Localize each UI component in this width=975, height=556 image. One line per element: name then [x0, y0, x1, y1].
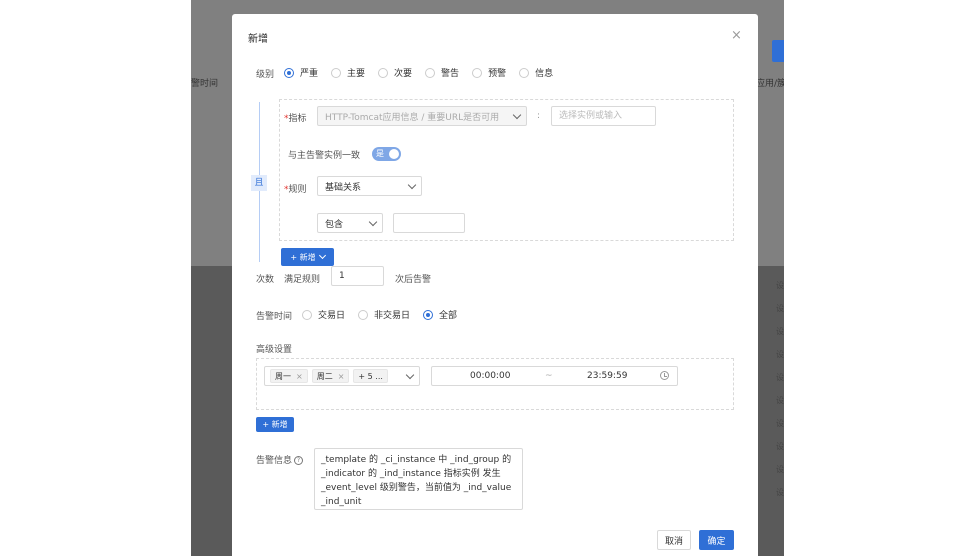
alarm-info-textarea[interactable]: _template 的 _ci_instance 中 _ind_group 的 …	[314, 448, 523, 510]
dialog-title: 新增	[248, 34, 268, 45]
weekday-tag: 周二 ×	[311, 369, 350, 383]
add-alarm-dialog: 新增 × 级别 严重 主要 次要 警告 预警 信息 且 *指标 HTTP-Tom…	[232, 14, 758, 556]
radio-checked-icon	[423, 309, 434, 320]
background-row: 设	[776, 442, 784, 451]
consistent-label: 与主告警实例一致	[288, 151, 361, 161]
radio-checked-icon	[284, 67, 294, 78]
operator-select[interactable]: 包含	[317, 213, 383, 233]
background-column-time: 警时间	[191, 79, 219, 89]
alarm-time-radio-group: 交易日 非交易日 全部	[302, 308, 470, 321]
remove-tag-icon[interactable]: ×	[296, 372, 303, 381]
chevron-down-icon	[405, 370, 415, 380]
rule-select[interactable]: 基础关系	[317, 176, 422, 196]
alarm-time-option-trading-day[interactable]: 交易日	[302, 308, 345, 321]
background-column-app: 应用/簇	[756, 79, 784, 89]
radio-icon	[331, 67, 342, 78]
alarm-time-label: 告警时间	[256, 312, 293, 322]
cancel-button[interactable]: 取消	[657, 530, 691, 550]
background-row: 设	[776, 465, 784, 474]
level-option-critical[interactable]: 严重	[284, 66, 318, 79]
rule-value-input[interactable]	[393, 213, 465, 233]
level-option-warning[interactable]: 警告	[425, 66, 459, 79]
close-icon[interactable]: ×	[731, 29, 742, 42]
level-radio-group: 严重 主要 次要 警告 预警 信息	[284, 66, 566, 79]
background-row: 设	[776, 373, 784, 382]
background-row: 设	[776, 350, 784, 359]
and-tag: 且	[251, 175, 267, 191]
count-suffix: 次后告警	[395, 275, 432, 285]
weekday-multiselect[interactable]: 周一 × 周二 × + 5 ...	[264, 366, 420, 386]
alarm-info-label: 告警信息?	[256, 453, 304, 466]
weekday-tag: 周一 ×	[270, 369, 308, 383]
chevron-down-icon	[318, 251, 326, 260]
radio-icon	[519, 67, 530, 78]
time-range-picker[interactable]: 00:00:00 ~ 23:59:59	[431, 366, 678, 386]
switch-knob	[389, 149, 399, 159]
confirm-button[interactable]: 确定	[699, 530, 734, 550]
add-advanced-button[interactable]: + 新增	[256, 417, 294, 432]
level-option-minor[interactable]: 次要	[378, 66, 412, 79]
background-button	[772, 40, 784, 62]
metric-label: *指标	[284, 114, 307, 124]
alarm-time-option-non-trading-day[interactable]: 非交易日	[358, 308, 410, 321]
count-input[interactable]: 1	[331, 266, 384, 286]
start-time: 00:00:00	[470, 371, 511, 381]
chevron-down-icon	[407, 180, 417, 190]
background-row: 设	[776, 396, 784, 405]
clock-icon	[660, 371, 669, 380]
alarm-time-option-all[interactable]: 全部	[423, 308, 457, 321]
chevron-down-icon	[368, 217, 378, 227]
background-row: 设	[776, 327, 784, 336]
end-time: 23:59:59	[587, 371, 628, 381]
background-row: 设	[776, 488, 784, 497]
radio-icon	[378, 67, 389, 78]
background-row: 设	[776, 281, 784, 290]
radio-icon	[302, 309, 312, 320]
level-option-major[interactable]: 主要	[331, 66, 365, 79]
help-icon[interactable]: ?	[294, 456, 304, 465]
count-label: 次数	[256, 275, 275, 285]
remove-tag-icon[interactable]: ×	[338, 372, 345, 381]
radio-icon	[358, 309, 369, 320]
add-condition-button[interactable]: + 新增	[281, 248, 334, 266]
level-option-prewarning[interactable]: 预警	[472, 66, 506, 79]
consistent-switch[interactable]: 是	[372, 147, 401, 161]
rule-label: *规则	[284, 185, 307, 195]
background-row: 设	[776, 419, 784, 428]
level-option-info[interactable]: 信息	[519, 66, 553, 79]
background-row: 设	[776, 304, 784, 313]
count-prefix: 满足规则	[284, 275, 321, 285]
radio-icon	[425, 67, 436, 78]
time-range-separator: ~	[545, 371, 553, 381]
level-label: 级别	[256, 70, 275, 80]
metric-select[interactable]: HTTP-Tomcat应用信息 / 重要URL是否可用	[317, 106, 527, 126]
radio-icon	[472, 67, 483, 78]
metric-colon: :	[537, 111, 541, 121]
chevron-down-icon	[512, 110, 522, 120]
instance-input[interactable]: 选择实例或输入	[551, 106, 656, 126]
advanced-label: 高级设置	[256, 345, 293, 355]
more-tags: + 5 ...	[353, 369, 388, 383]
